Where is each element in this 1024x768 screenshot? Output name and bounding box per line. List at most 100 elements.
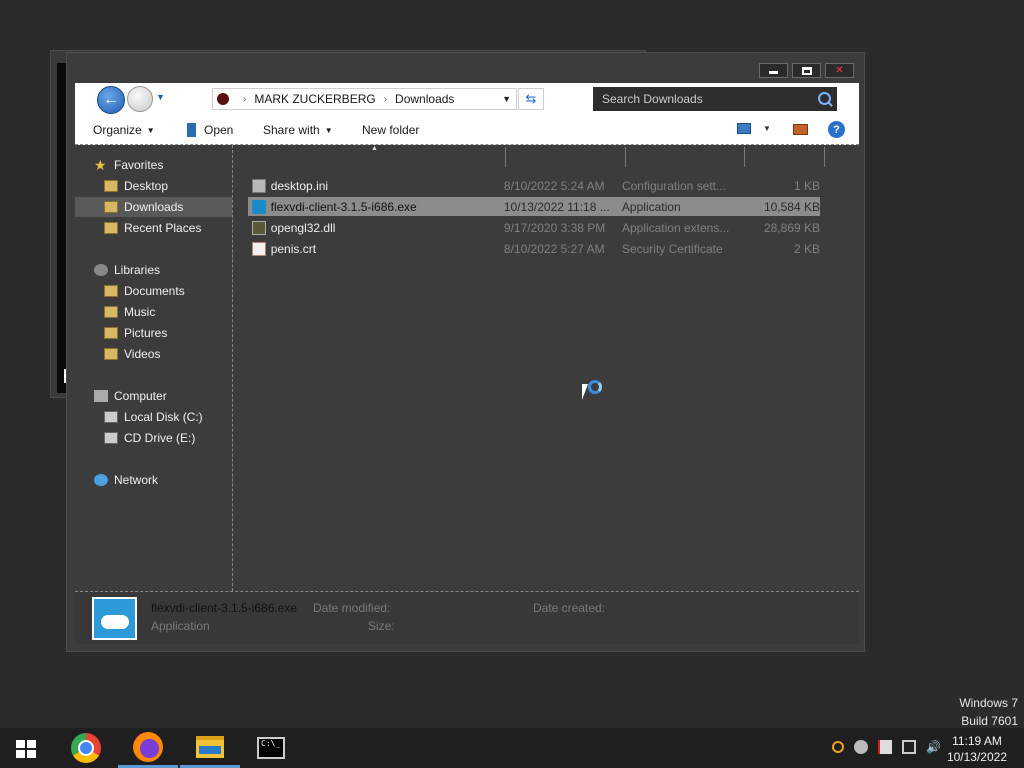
pictures-label: Pictures xyxy=(124,326,168,340)
help-label: ? xyxy=(833,123,840,136)
videos-label: Videos xyxy=(124,347,161,361)
sidebar-item-music[interactable]: Music xyxy=(104,302,155,322)
mouse-pointer-icon xyxy=(582,384,594,400)
downloads-label: Downloads xyxy=(124,200,184,214)
music-label: Music xyxy=(124,305,156,319)
open-button[interactable]: Open xyxy=(187,123,233,137)
file-thumbnail-cloud-icon xyxy=(92,597,137,640)
view-options-dropdown[interactable]: ▼ xyxy=(763,124,771,133)
address-bar-row: ← ▼ › MARK ZUCKERBERG › Downloads ▼ ⇆ Se… xyxy=(75,83,859,115)
sidebar-item-favorites[interactable]: ★ Favorites xyxy=(94,155,163,175)
start-button[interactable] xyxy=(16,740,36,758)
local-disk-label: Local Disk (C:) xyxy=(124,410,203,424)
firefox-icon xyxy=(133,731,163,762)
organize-button[interactable]: Organize ▼ xyxy=(93,123,155,137)
cd-drive-icon xyxy=(104,432,118,444)
preview-pane-icon[interactable] xyxy=(793,124,808,135)
chevron-right-icon[interactable]: › xyxy=(243,94,246,105)
address-dropdown-icon[interactable]: ▼ xyxy=(502,94,511,104)
back-button[interactable]: ← xyxy=(97,86,125,114)
forward-button[interactable] xyxy=(127,86,153,112)
share-with-label: Share with xyxy=(263,123,320,137)
column-divider[interactable] xyxy=(744,147,745,167)
sidebar-item-videos[interactable]: Videos xyxy=(104,344,160,364)
sidebar-item-computer[interactable]: Computer xyxy=(94,386,167,406)
help-icon[interactable]: ? xyxy=(828,121,845,138)
dll-file-icon xyxy=(252,220,266,235)
taskbar-cmd[interactable]: C:\_ xyxy=(241,728,301,768)
sidebar-item-desktop[interactable]: Desktop xyxy=(104,176,168,196)
breadcrumb-downloads[interactable]: Downloads xyxy=(395,92,454,106)
watermark-os: Windows 7 xyxy=(959,696,1018,710)
busy-cursor xyxy=(582,380,608,406)
windows-logo-icon xyxy=(16,740,25,748)
message-tray-icon[interactable] xyxy=(854,740,868,754)
taskbar-firefox[interactable] xyxy=(118,728,178,768)
file-date: 8/10/2022 5:27 AM xyxy=(503,241,605,256)
new-folder-button[interactable]: New folder xyxy=(362,123,419,137)
file-name: desktop.ini xyxy=(270,178,329,193)
maximize-button[interactable] xyxy=(792,63,821,78)
music-icon xyxy=(104,306,118,318)
minimize-button[interactable] xyxy=(759,63,788,78)
command-prompt-icon: C:\_ xyxy=(257,737,285,759)
search-tray-icon[interactable] xyxy=(832,741,844,753)
system-clock[interactable]: 11:19 AM 10/13/2022 xyxy=(947,733,1007,765)
file-row[interactable]: desktop.ini 8/10/2022 5:24 AM Configurat… xyxy=(248,176,820,195)
file-list: ▲ desktop.ini 8/10/2022 5:24 AM Configur… xyxy=(233,145,859,591)
organize-label: Organize xyxy=(93,123,142,137)
refresh-button[interactable]: ⇆ xyxy=(518,88,544,110)
details-file-type: Application xyxy=(151,619,210,633)
taskbar-file-explorer[interactable] xyxy=(180,728,240,768)
videos-icon xyxy=(104,348,118,360)
navigation-pane: ★ Favorites Desktop Downloads Recent Plac… xyxy=(75,145,233,591)
cloud-icon xyxy=(100,614,129,629)
pictures-icon xyxy=(104,327,118,339)
file-row[interactable]: penis.crt 8/10/2022 5:27 AM Security Cer… xyxy=(248,239,820,258)
documents-icon xyxy=(104,285,118,297)
taskbar-chrome[interactable] xyxy=(56,728,116,768)
recent-places-label: Recent Places xyxy=(124,221,202,235)
chevron-right-icon[interactable]: › xyxy=(384,94,387,105)
file-size: 2 KB xyxy=(793,241,820,256)
sidebar-item-local-disk[interactable]: Local Disk (C:) xyxy=(104,407,203,427)
search-input[interactable]: Search Downloads xyxy=(593,87,837,111)
sidebar-item-recent-places[interactable]: Recent Places xyxy=(104,218,201,238)
search-icon[interactable] xyxy=(818,92,831,105)
breadcrumb-user[interactable]: MARK ZUCKERBERG xyxy=(254,92,375,106)
breadcrumb[interactable]: › MARK ZUCKERBERG › Downloads ▼ xyxy=(212,88,517,110)
share-with-button[interactable]: Share with ▼ xyxy=(263,123,333,137)
libraries-label: Libraries xyxy=(114,263,161,277)
column-divider[interactable] xyxy=(505,147,506,167)
new-folder-label: New folder xyxy=(362,123,420,137)
window-controls: ✕ xyxy=(759,63,854,78)
file-row[interactable]: opengl32.dll 9/17/2020 3:38 PM Applicati… xyxy=(248,218,820,237)
action-center-flag-icon[interactable] xyxy=(878,740,892,754)
close-button[interactable]: ✕ xyxy=(825,63,854,78)
sidebar-item-pictures[interactable]: Pictures xyxy=(104,323,167,343)
computer-icon xyxy=(94,390,108,402)
details-date-created-label: Date created: xyxy=(533,601,606,615)
file-name: opengl32.dll xyxy=(270,220,336,235)
change-view-icon[interactable] xyxy=(737,123,751,134)
clock-time: 11:19 AM xyxy=(952,734,1002,748)
sidebar-item-libraries[interactable]: Libraries xyxy=(94,260,160,280)
explorer-window: ✕ ← ▼ › MARK ZUCKERBERG › Downloads ▼ ⇆ … xyxy=(66,52,865,652)
column-divider[interactable] xyxy=(625,147,626,167)
volume-icon[interactable]: 🔊 xyxy=(926,740,941,754)
file-name: flexvdi-client-3.1.5-i686.exe xyxy=(270,199,417,214)
sidebar-item-downloads[interactable]: Downloads xyxy=(75,197,232,217)
file-name: penis.crt xyxy=(270,241,317,256)
network-tray-icon[interactable] xyxy=(902,740,916,754)
sidebar-item-network[interactable]: Network xyxy=(94,470,158,490)
sidebar-item-cd-drive[interactable]: CD Drive (E:) xyxy=(104,428,195,448)
taskbar: C:\_ 🔊 11:19 AM 10/13/2022 xyxy=(0,728,1024,768)
recent-pages-dropdown[interactable]: ▼ xyxy=(156,92,165,102)
column-divider[interactable] xyxy=(824,147,825,167)
cd-drive-label: CD Drive (E:) xyxy=(124,431,196,445)
file-row-selected[interactable]: flexvdi-client-3.1.5-i686.exe 10/13/2022… xyxy=(248,197,820,216)
sidebar-item-documents[interactable]: Documents xyxy=(104,281,185,301)
details-file-name: flexvdi-client-3.1.5-i686.exe xyxy=(151,601,298,615)
folder-icon xyxy=(196,735,224,758)
file-size: 28,869 KB xyxy=(763,220,820,235)
